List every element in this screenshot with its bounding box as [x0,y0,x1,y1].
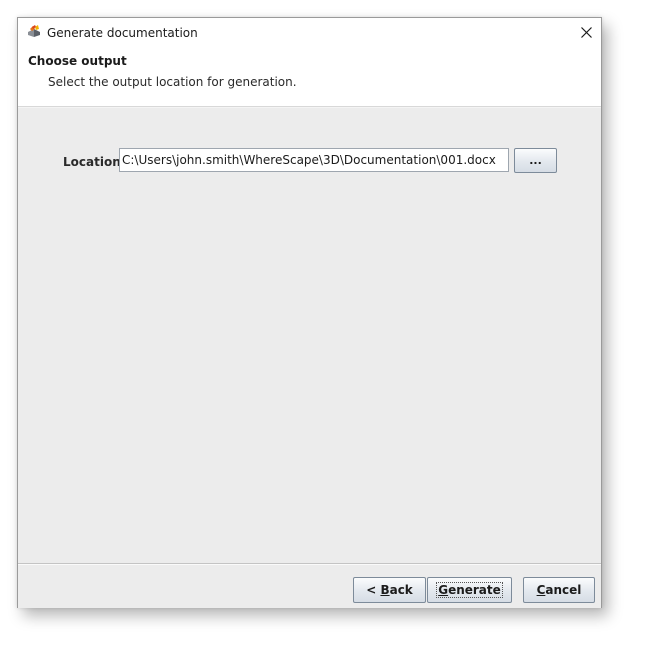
cancel-label-rest: ancel [545,583,582,597]
wizard-content: Location: ... [18,107,601,563]
back-mnemonic: B [380,583,390,597]
back-button[interactable]: < Back [353,577,426,603]
back-label-rest: ack [389,583,413,597]
window-title: Generate documentation [47,26,198,40]
location-label: Location: [63,155,126,169]
browse-button[interactable]: ... [514,148,557,173]
app-icon [26,24,42,40]
generate-label-rest: enerate [448,583,501,597]
button-bar: < Back Generate Cancel [18,563,601,608]
divider [18,564,601,565]
generate-documentation-dialog: Generate documentation Choose output Sel… [17,17,602,608]
close-icon [580,23,592,42]
close-button[interactable] [571,18,601,46]
title-bar: Generate documentation [18,18,601,48]
generate-button[interactable]: Generate [427,577,512,603]
back-label-prefix: < [366,583,381,597]
step-description: Select the output location for generatio… [48,75,297,89]
cancel-button[interactable]: Cancel [523,577,595,603]
location-input[interactable] [119,148,509,172]
focus-ring: Generate [436,582,503,598]
wizard-header: Choose output Select the output location… [18,48,601,107]
step-title: Choose output [28,54,127,68]
generate-mnemonic: G [438,583,449,597]
